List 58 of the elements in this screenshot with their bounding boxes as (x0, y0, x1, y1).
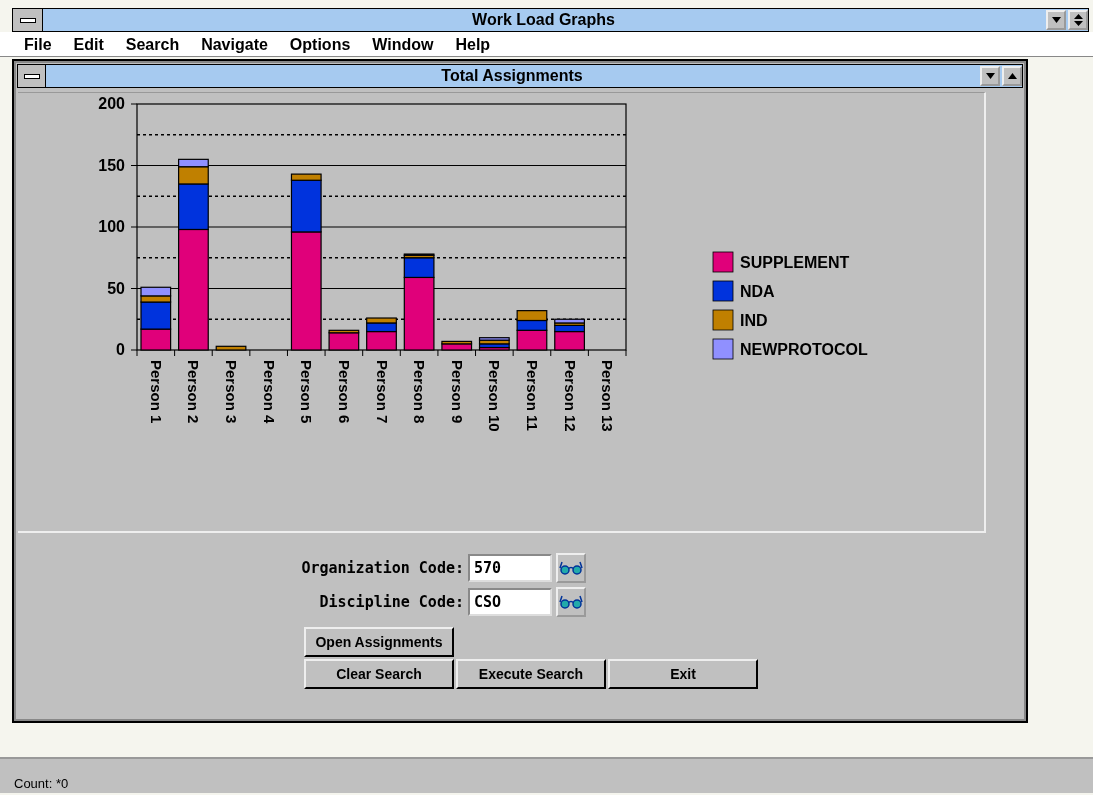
system-menu-button[interactable] (13, 9, 43, 31)
menu-item[interactable]: Edit (73, 36, 104, 54)
push-button[interactable]: Open Assignments (304, 627, 454, 657)
push-button[interactable]: Execute Search (456, 659, 606, 689)
status-text: Count: *0 (14, 776, 69, 791)
input-field[interactable]: 570 (468, 554, 552, 582)
category-label: Person 11 (523, 360, 541, 431)
legend-label: NDA (740, 283, 775, 300)
category-label: Person 6 (335, 360, 353, 424)
menu-item[interactable]: Help (455, 36, 491, 54)
menu-item[interactable]: Options (289, 36, 351, 54)
legend-label: NEWPROTOCOL (740, 341, 868, 358)
window-title: Work Load Graphs (471, 11, 616, 29)
legend-label: SUPPLEMENT (740, 254, 850, 271)
lookup-button[interactable] (556, 587, 586, 617)
legend-swatch (712, 251, 734, 273)
legend-swatch (712, 280, 734, 302)
minimize-button[interactable] (1046, 10, 1066, 30)
category-label: Person 9 (448, 360, 466, 424)
category-label: Person 1 (147, 360, 165, 424)
category-label: Person 4 (260, 360, 278, 424)
up-down-arrow-icon (1073, 14, 1083, 26)
minimize-button[interactable] (980, 66, 1000, 86)
axis-tick-label: 100 (98, 218, 125, 235)
category-label: Person 10 (486, 360, 504, 432)
category-label: Person 2 (185, 360, 203, 424)
axis-tick-label: 0 (116, 341, 125, 358)
field-label: Discipline Code: (318, 593, 464, 611)
glasses-icon (559, 561, 583, 575)
up-arrow-icon (1007, 73, 1017, 79)
down-arrow-icon (985, 73, 995, 79)
input-field[interactable]: CSO (468, 588, 552, 616)
push-button[interactable]: Exit (608, 659, 758, 689)
window-title: Total Assignments (440, 67, 584, 85)
menu-item[interactable]: Navigate (201, 36, 268, 54)
axis-tick-label: 150 (98, 156, 125, 174)
category-label: Person 12 (561, 360, 579, 432)
category-label: Person 7 (373, 360, 391, 424)
menu-item[interactable]: File (24, 36, 52, 54)
maximize-button[interactable] (1002, 66, 1022, 86)
axis-tick-label: 50 (107, 279, 125, 297)
push-button[interactable]: Clear Search (304, 659, 454, 689)
axis-tick-label: 200 (98, 95, 125, 112)
category-label: Person 13 (599, 360, 617, 432)
glasses-icon (559, 595, 583, 609)
menu-item[interactable]: Window (372, 36, 434, 54)
down-arrow-icon (1051, 17, 1061, 23)
restore-button[interactable] (1068, 10, 1088, 30)
system-menu-button[interactable] (18, 65, 46, 87)
lookup-button[interactable] (556, 553, 586, 583)
legend-label: IND (740, 312, 768, 329)
category-label: Person 8 (411, 360, 429, 424)
legend-swatch (712, 309, 734, 331)
category-label: Person 3 (223, 360, 241, 424)
category-label: Person 5 (298, 360, 316, 424)
legend-swatch (712, 338, 734, 360)
menu-item[interactable]: Search (125, 36, 180, 54)
field-label: Organization Code: (300, 559, 464, 577)
